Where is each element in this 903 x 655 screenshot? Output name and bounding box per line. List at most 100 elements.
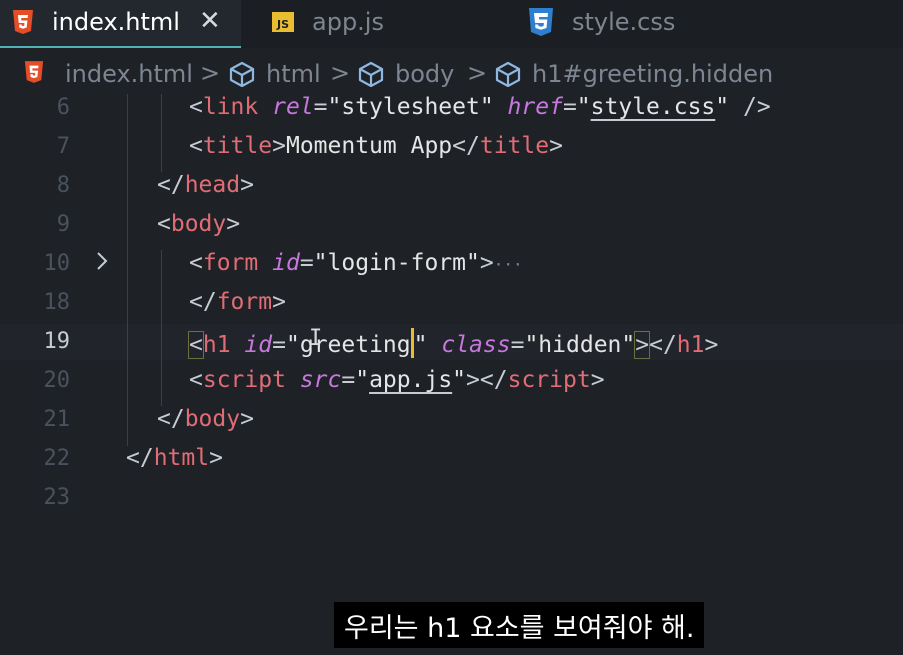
code-token: h1 [202,332,231,358]
tab-bar: index.html ✕ JS app.js style.css [0,0,903,48]
code-token: form [216,289,273,315]
chevron-right-icon: > [467,59,488,87]
code-token: Momentum App [285,133,453,159]
code-line[interactable]: </html> [126,445,223,471]
close-icon[interactable]: ✕ [199,6,221,36]
code-token: html [153,445,210,471]
code-link[interactable]: app.js [369,367,452,393]
code-link[interactable]: style.css [591,94,716,120]
js-icon: JS [272,12,294,32]
code-token: id [244,332,273,358]
code-token: head [184,172,241,198]
code-token: < [189,367,203,393]
breadcrumb-item-h1[interactable]: h1#greeting.hidden [532,60,773,88]
code-token: < [189,133,203,159]
code-token: > [466,367,480,393]
code-token: /> [743,94,771,120]
css3-icon [529,8,553,36]
code-token: < [189,94,203,120]
code-line[interactable]: </head> [157,172,254,198]
code-token: class [441,332,511,358]
code-token: > [272,133,286,159]
breadcrumb-item-body[interactable]: body [395,60,454,88]
tab-label: style.css [572,8,676,36]
code-token: "stylesheet" [327,94,494,120]
code-token: </ [452,133,480,159]
indent-guide [161,94,162,172]
code-token: body [184,406,241,432]
code-token: " [576,94,591,120]
code-token: > [590,367,605,393]
code-token: > [240,172,254,198]
code-token: > [272,289,286,315]
code-token: "login-form" [313,250,480,276]
indent-guide [161,250,162,406]
line-number: 9 [56,212,70,237]
code-token: > [634,331,651,359]
cube-icon [495,61,521,87]
code-line[interactable]: </body> [157,406,254,432]
code-token: < [188,331,204,359]
code-token: " [413,332,428,358]
code-line-current[interactable]: <h1 id="greeting " class="hidden"></h1> [188,328,719,359]
code-token: </ [189,289,217,315]
code-line[interactable]: <script src="app.js"></script> [189,367,605,393]
code-line[interactable]: </form> [189,289,286,315]
code-token: </ [649,332,677,358]
line-number: 8 [56,173,70,198]
line-number-current: 19 [43,329,71,354]
cube-icon [358,61,384,87]
code-token: title [479,133,550,159]
code-token: id [272,250,300,276]
code-token: " [285,332,300,358]
code-token: </ [157,406,185,432]
cube-icon [229,61,255,87]
line-number: 7 [56,134,70,159]
html5-icon [24,61,44,83]
code-token: > [704,332,719,358]
chevron-right-icon[interactable] [95,250,109,272]
line-number: 20 [43,368,71,393]
chevron-right-icon: > [330,59,351,87]
code-token: form [202,250,259,276]
code-token: </ [126,445,154,471]
code-line[interactable]: <title>Momentum App</title> [189,133,563,159]
code-token: rel [272,94,314,120]
ibeam-cursor-icon: I [309,326,323,351]
code-token: </ [157,172,185,198]
tab-label: index.html [52,8,180,36]
tab-app-js[interactable]: JS app.js [260,0,500,48]
line-number: 10 [43,251,71,276]
code-token: script [202,367,286,393]
code-editor[interactable]: 6 7 8 9 10 18 19 20 21 22 23 <link rel="… [0,90,903,655]
tab-index-html[interactable]: index.html ✕ [0,0,241,48]
code-token: > [209,445,223,471]
video-subtitle: 우리는 h1 요소를 보여줘야 해. [334,602,705,648]
code-token: < [157,211,171,237]
code-token: > [226,211,241,237]
code-line[interactable]: <link rel="stylesheet" href="style.css" … [189,94,771,120]
folded-region-indicator[interactable]: ··· [494,255,523,274]
code-line[interactable]: <form id="login-form">··· [189,250,523,276]
code-token: title [202,133,273,159]
code-token: link [202,94,259,120]
chevron-right-icon: > [200,59,221,87]
line-number: 6 [56,95,70,120]
tab-style-css[interactable]: style.css [520,0,780,48]
code-token: h1 [676,332,705,358]
code-token: href [507,94,563,120]
tab-label: app.js [312,8,384,36]
code-token: " [355,367,370,393]
code-token: script [507,367,591,393]
line-number: 23 [43,485,71,510]
breadcrumb-file[interactable]: index.html [65,60,193,88]
code-token: < [189,250,203,276]
code-token: > [549,133,563,159]
code-line[interactable]: <body> [157,211,240,237]
indent-guide [127,94,128,446]
code-token: > [240,406,254,432]
breadcrumb-item-html[interactable]: html [266,60,321,88]
line-number: 21 [43,407,71,432]
code-token: body [170,211,227,237]
line-number: 22 [43,446,71,471]
